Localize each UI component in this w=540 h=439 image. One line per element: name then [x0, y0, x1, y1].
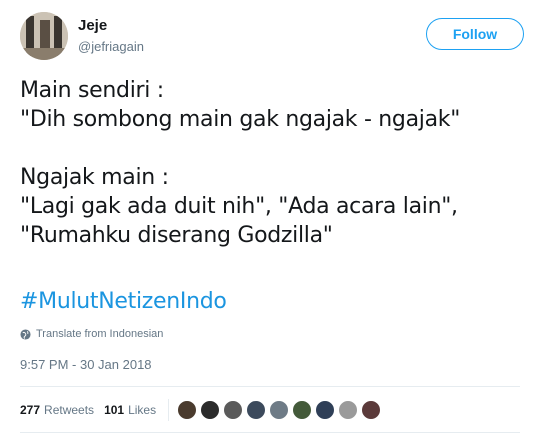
- tweet-line: Main sendiri :: [20, 78, 164, 103]
- liker-avatar[interactable]: [177, 400, 198, 420]
- tweet-line: "Rumahku diserang Godzilla": [20, 223, 333, 248]
- liker-avatar[interactable]: [200, 400, 221, 420]
- liker-avatar[interactable]: [315, 400, 336, 420]
- liker-avatar[interactable]: [338, 400, 359, 420]
- tweet-line: "Lagi gak ada duit nih", "Ada acara lain…: [20, 194, 458, 219]
- liker-avatar[interactable]: [292, 400, 313, 420]
- likes-label[interactable]: Likes: [128, 403, 156, 417]
- hashtag-link[interactable]: #MulutNetizenIndo: [20, 289, 227, 314]
- user-handle[interactable]: @jefriagain: [78, 39, 144, 54]
- liker-avatar[interactable]: [246, 400, 267, 420]
- translate-link[interactable]: Translate from Indonesian: [20, 328, 163, 340]
- translate-label: Translate from Indonesian: [36, 328, 164, 340]
- user-name[interactable]: Jeje: [78, 17, 107, 34]
- follow-button[interactable]: Follow: [426, 18, 524, 50]
- divider: [20, 432, 520, 433]
- likes-count[interactable]: 101: [104, 403, 124, 417]
- globe-icon: [20, 328, 31, 340]
- retweets-count[interactable]: 277: [20, 403, 40, 417]
- retweets-label[interactable]: Retweets: [44, 403, 94, 417]
- avatar[interactable]: [20, 12, 68, 60]
- liker-avatar[interactable]: [361, 400, 382, 420]
- liker-avatar[interactable]: [269, 400, 290, 420]
- tweet-line: "Dih sombong main gak ngajak - ngajak": [20, 107, 461, 132]
- tweet-header: Jeje @jefriagain Follow: [20, 12, 530, 64]
- divider: [20, 386, 520, 387]
- likers-avatars: [177, 400, 384, 420]
- avatar-image: [20, 12, 68, 60]
- tweet-stats: 277 Retweets 101 Likes: [20, 399, 384, 421]
- tweet-text: Main sendiri : "Dih sombong main gak nga…: [20, 76, 525, 250]
- liker-avatar[interactable]: [223, 400, 244, 420]
- tweet-line: Ngajak main :: [20, 165, 169, 190]
- stats-separator: [168, 399, 170, 421]
- timestamp[interactable]: 9:57 PM - 30 Jan 2018: [20, 357, 152, 372]
